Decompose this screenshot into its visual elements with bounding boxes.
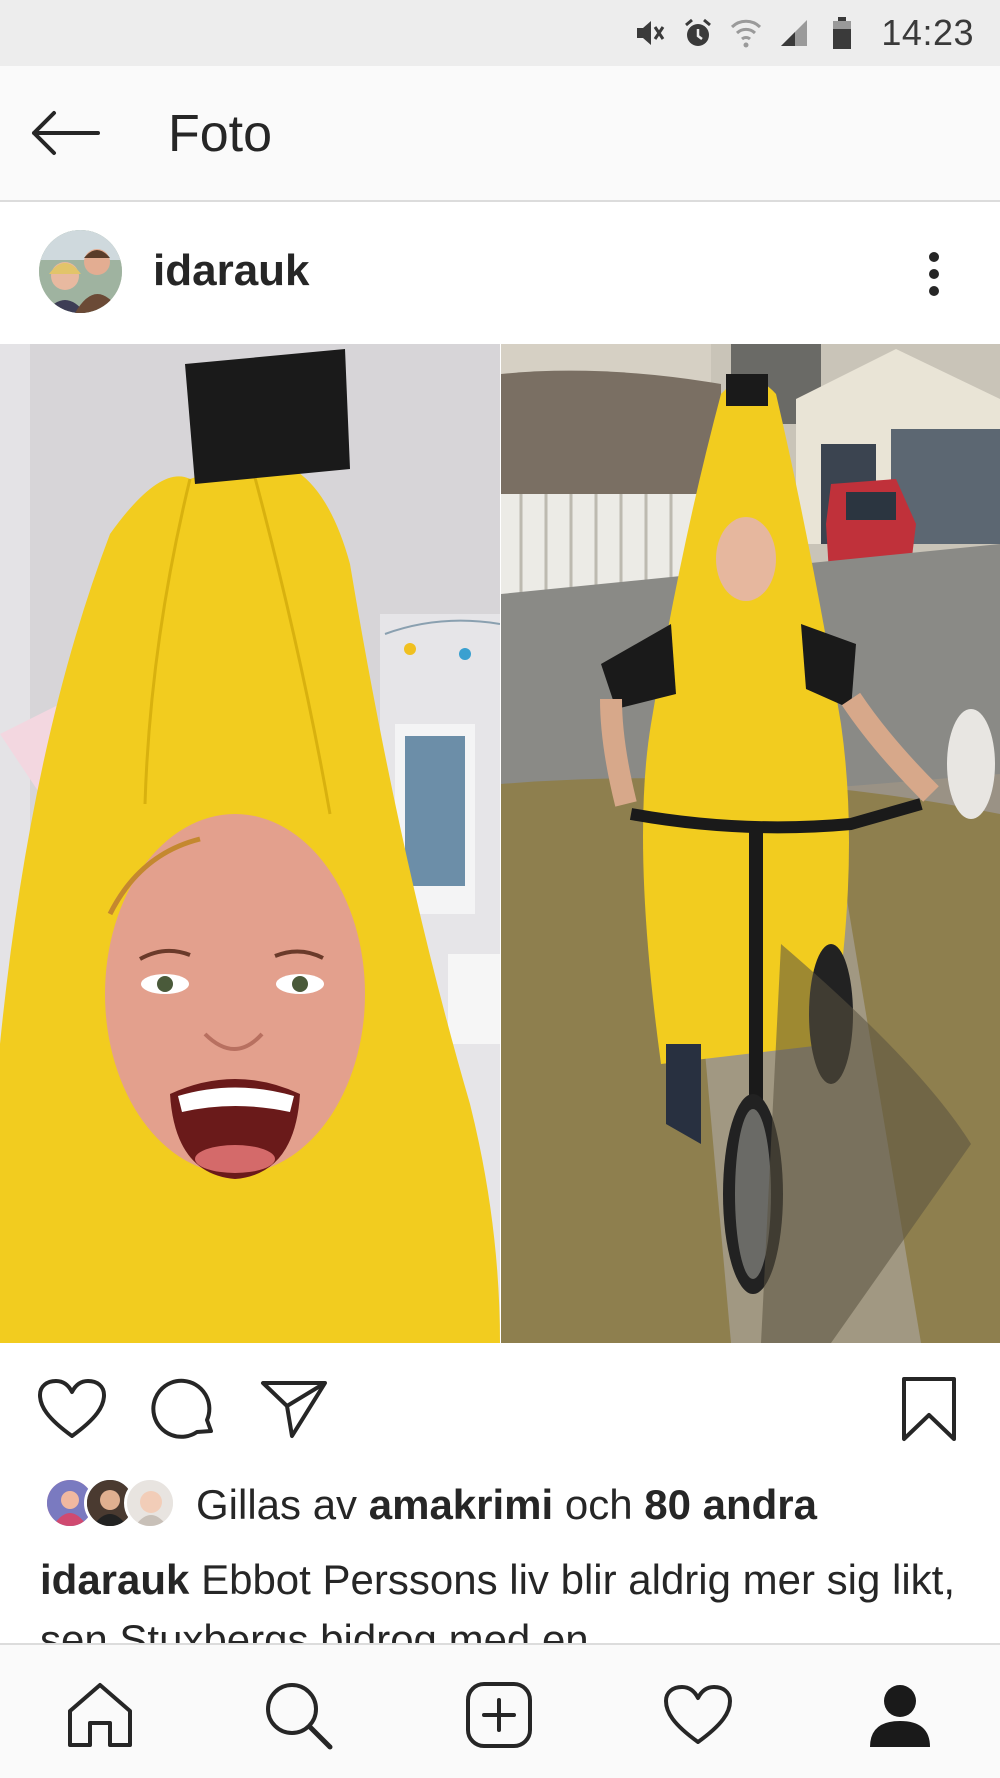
likes-text[interactable]: Gillas av amakrimi och 80 andra	[196, 1481, 817, 1529]
likes-summary[interactable]: Gillas av amakrimi och 80 andra	[0, 1473, 1000, 1535]
add-post-icon[interactable]	[459, 1675, 539, 1755]
photo-child-banana-costume-scooter	[501, 344, 1000, 1343]
bookmark-icon[interactable]	[893, 1373, 965, 1445]
comment-icon[interactable]	[148, 1373, 220, 1445]
liker-avatar	[124, 1477, 176, 1529]
likes-others-link[interactable]: 80 andra	[644, 1481, 817, 1528]
send-icon[interactable]	[258, 1373, 330, 1445]
likes-prefix: Gillas av	[196, 1481, 358, 1528]
more-options-icon[interactable]	[914, 244, 954, 304]
alarm-icon	[681, 16, 715, 50]
photo-woman-banana-costume	[0, 344, 500, 1343]
battery-icon	[825, 16, 859, 50]
likers-avatars	[44, 1477, 180, 1531]
vibrate-icon	[633, 16, 667, 50]
likes-user-link[interactable]: amakrimi	[369, 1481, 553, 1528]
page-title: Foto	[168, 105, 273, 163]
activity-heart-icon[interactable]	[658, 1675, 738, 1755]
likes-connector: och	[564, 1481, 633, 1528]
bottom-navigation-bar	[0, 1643, 1000, 1778]
home-icon[interactable]	[60, 1675, 140, 1755]
caption-username[interactable]: idarauk	[40, 1556, 189, 1603]
top-navigation-bar: Foto	[0, 66, 1000, 202]
back-arrow-icon[interactable]	[28, 104, 102, 162]
heart-icon[interactable]	[36, 1373, 108, 1445]
post-photo[interactable]	[0, 344, 1000, 1343]
signal-icon	[777, 16, 811, 50]
user-avatar[interactable]	[39, 230, 122, 313]
post-username[interactable]: idarauk	[153, 246, 310, 296]
post-header: idarauk	[0, 204, 1000, 344]
profile-icon[interactable]	[860, 1675, 940, 1755]
wifi-icon	[729, 16, 763, 50]
status-bar: 14:23	[0, 0, 1000, 66]
search-icon[interactable]	[258, 1675, 338, 1755]
post-actions	[0, 1343, 1000, 1473]
clock-time: 14:23	[881, 12, 974, 53]
post-caption: idarauk Ebbot Perssons liv blir aldrig m…	[40, 1550, 960, 1648]
